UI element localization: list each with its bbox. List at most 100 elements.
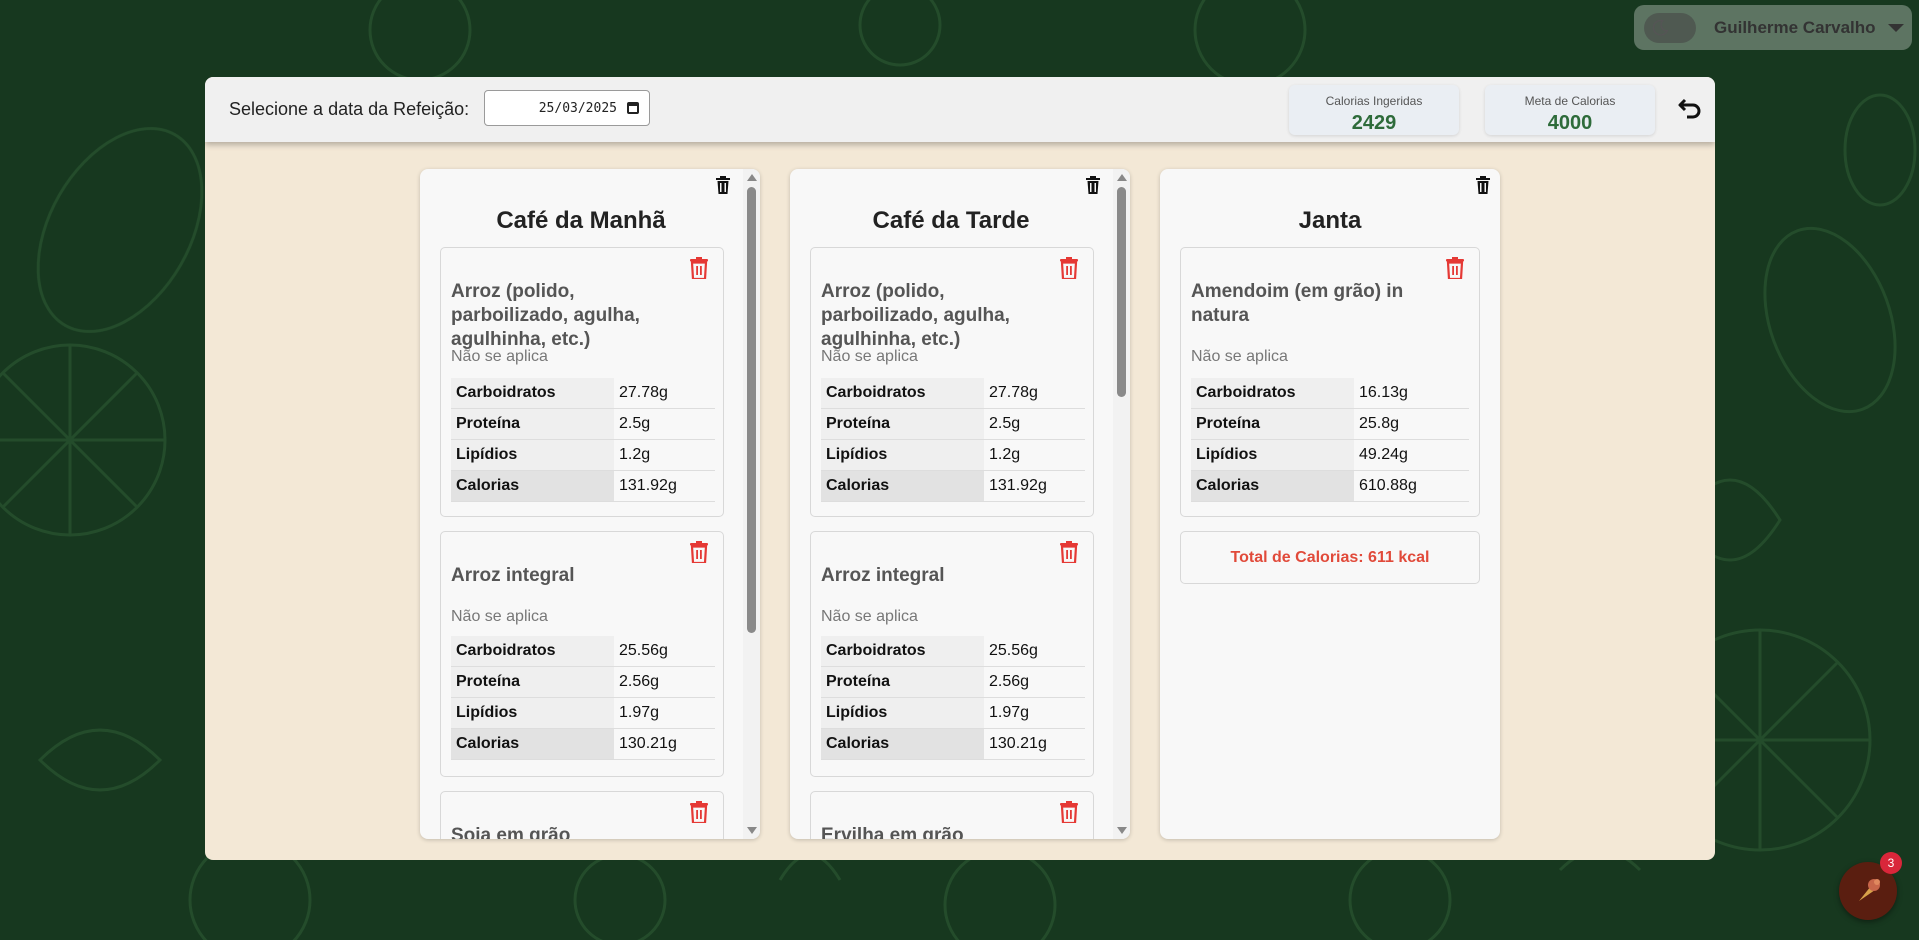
stat-value: 4000 [1547,112,1593,134]
nutrition-table: Carboidratos 25.56g Proteína 2.56g Lipídio… [821,636,1085,760]
nutrition-table: Carboidratos 25.56g Proteína 2.56g Lipídio… [451,636,715,760]
food-card: Arroz (polido, parboilizado, agulha, agu… [810,247,1094,517]
table-row: Carboidratos 25.56g [451,636,715,667]
nutrient-label: Carboidratos [821,378,984,409]
scrollbar[interactable] [743,169,760,839]
table-row: Calorias 130.21g [451,728,715,760]
trash-icon[interactable] [689,257,709,284]
nutrient-value: 1.97g [984,697,1085,729]
meal-title: Janta [1298,207,1362,234]
nutrient-value: 130.21g [984,728,1085,760]
nutrient-value: 131.92g [984,470,1085,502]
trash-icon[interactable] [1475,176,1491,199]
nutrient-value: 2.56g [984,666,1085,698]
nutrient-value: 1.2g [614,439,715,471]
nutrient-label: Calorias [1191,470,1354,502]
nutrient-value: 16.13g [1354,378,1469,409]
nutrient-label: Calorias [451,728,614,760]
notification-badge: 3 [1880,852,1902,874]
trash-icon[interactable] [689,801,709,828]
nutrient-label: Lipídios [821,697,984,729]
nutrient-value: 2.5g [984,408,1085,440]
trash-icon[interactable] [715,176,731,199]
table-row: Proteína 25.8g [1191,408,1469,440]
user-name: Guilherme Carvalho [1714,17,1876,37]
food-card: Ervilha em grão [810,791,1094,839]
calendar-icon[interactable] [627,102,639,114]
scroll-thumb[interactable] [1117,187,1126,397]
scroll-up-arrow[interactable] [747,174,757,181]
nutrient-label: Calorias [821,728,984,760]
table-row: Lipídios 1.97g [821,697,1085,729]
table-row: Proteína 2.56g [821,666,1085,698]
food-portion: Não se aplica [821,608,918,625]
trash-icon[interactable] [689,541,709,568]
nutrient-value: 49.24g [1354,439,1469,471]
theme-toggle[interactable] [1644,12,1696,43]
table-row: Lipídios 1.2g [821,439,1085,471]
moon-icon [1648,16,1672,40]
food-name: Ervilha em grão [821,825,964,839]
food-portion: Não se aplica [451,348,548,365]
date-label: Selecione a data da Refeição: [229,99,470,119]
ice-cream-icon [1859,879,1880,901]
trash-icon[interactable] [1059,801,1079,828]
food-card: Amendoim (em grão) in natura Não se apli… [1180,247,1480,517]
nutrient-value: 25.56g [614,636,715,667]
food-name: Arroz integral [821,565,945,586]
nutrient-label: Proteína [821,408,984,440]
nutrient-value: 27.78g [614,378,715,409]
nutrient-label: Calorias [451,470,614,502]
nutrition-table: Carboidratos 16.13g Proteína 25.8g Lipídio… [1191,378,1469,502]
scrollbar[interactable] [1113,169,1130,839]
stat-label: Calorias Ingeridas [1325,94,1423,108]
nutrient-value: 25.56g [984,636,1085,667]
nutrient-label: Proteína [821,666,984,698]
table-row: Proteína 2.56g [451,666,715,698]
table-row: Carboidratos 27.78g [821,378,1085,409]
table-row: Proteína 2.5g [821,408,1085,440]
trash-icon[interactable] [1059,541,1079,568]
food-name: Arroz (polido, parboilizado, agulha, agu… [821,281,1010,350]
undo-icon[interactable] [1677,96,1703,125]
table-row: Proteína 2.5g [451,408,715,440]
nutrient-label: Proteína [1191,408,1354,440]
nutrient-value: 27.78g [984,378,1085,409]
user-menu[interactable]: Guilherme Carvalho [1634,5,1912,50]
nutrient-label: Lipídios [451,697,614,729]
table-row: Carboidratos 27.78g [451,378,715,409]
meals-panel: Selecione a data da Refeição: 25/03/2025… [205,77,1715,860]
nutrient-value: 1.2g [984,439,1085,471]
scroll-up-arrow[interactable] [1117,174,1127,181]
meal-date-input[interactable]: 25/03/2025 [484,90,650,126]
meal-column-breakfast: Café da Manhã Arroz (polido, parboilizad… [420,169,760,839]
stat-label: Meta de Calorias [1524,94,1616,108]
scroll-down-arrow[interactable] [747,827,757,834]
scroll-thumb[interactable] [747,187,756,633]
food-name: Amendoim (em grão) in natura [1191,281,1404,326]
nutrient-label: Carboidratos [451,378,614,409]
nutrient-value: 610.88g [1354,470,1469,502]
food-card: Arroz integral Não se aplica Carboidrato… [440,531,724,777]
trash-icon[interactable] [1059,257,1079,284]
food-name: Arroz integral [451,565,575,586]
trash-icon[interactable] [1445,257,1465,284]
trash-icon[interactable] [1085,176,1101,199]
food-card: Arroz integral Não se aplica Carboidrato… [810,531,1094,777]
nutrient-label: Lipídios [451,439,614,471]
nutrient-value: 131.92g [614,470,715,502]
food-name: Arroz (polido, parboilizado, agulha, agu… [451,281,640,350]
food-portion: Não se aplica [451,608,548,625]
nutrient-value: 2.5g [614,408,715,440]
table-row: Calorias 131.92g [821,470,1085,502]
chevron-down-icon[interactable] [1887,23,1904,32]
food-card: Arroz (polido, parboilizado, agulha, agu… [440,247,724,517]
panel-header: Selecione a data da Refeição: 25/03/2025… [205,77,1715,142]
nutrition-table: Carboidratos 27.78g Proteína 2.5g Lipídios… [821,378,1085,502]
nutrient-label: Lipídios [1191,439,1354,471]
nutrient-value: 1.97g [614,697,715,729]
scroll-down-arrow[interactable] [1117,827,1127,834]
nutrient-label: Carboidratos [821,636,984,667]
food-card: Soja em grão [440,791,724,839]
food-name: Soja em grão [451,825,571,839]
